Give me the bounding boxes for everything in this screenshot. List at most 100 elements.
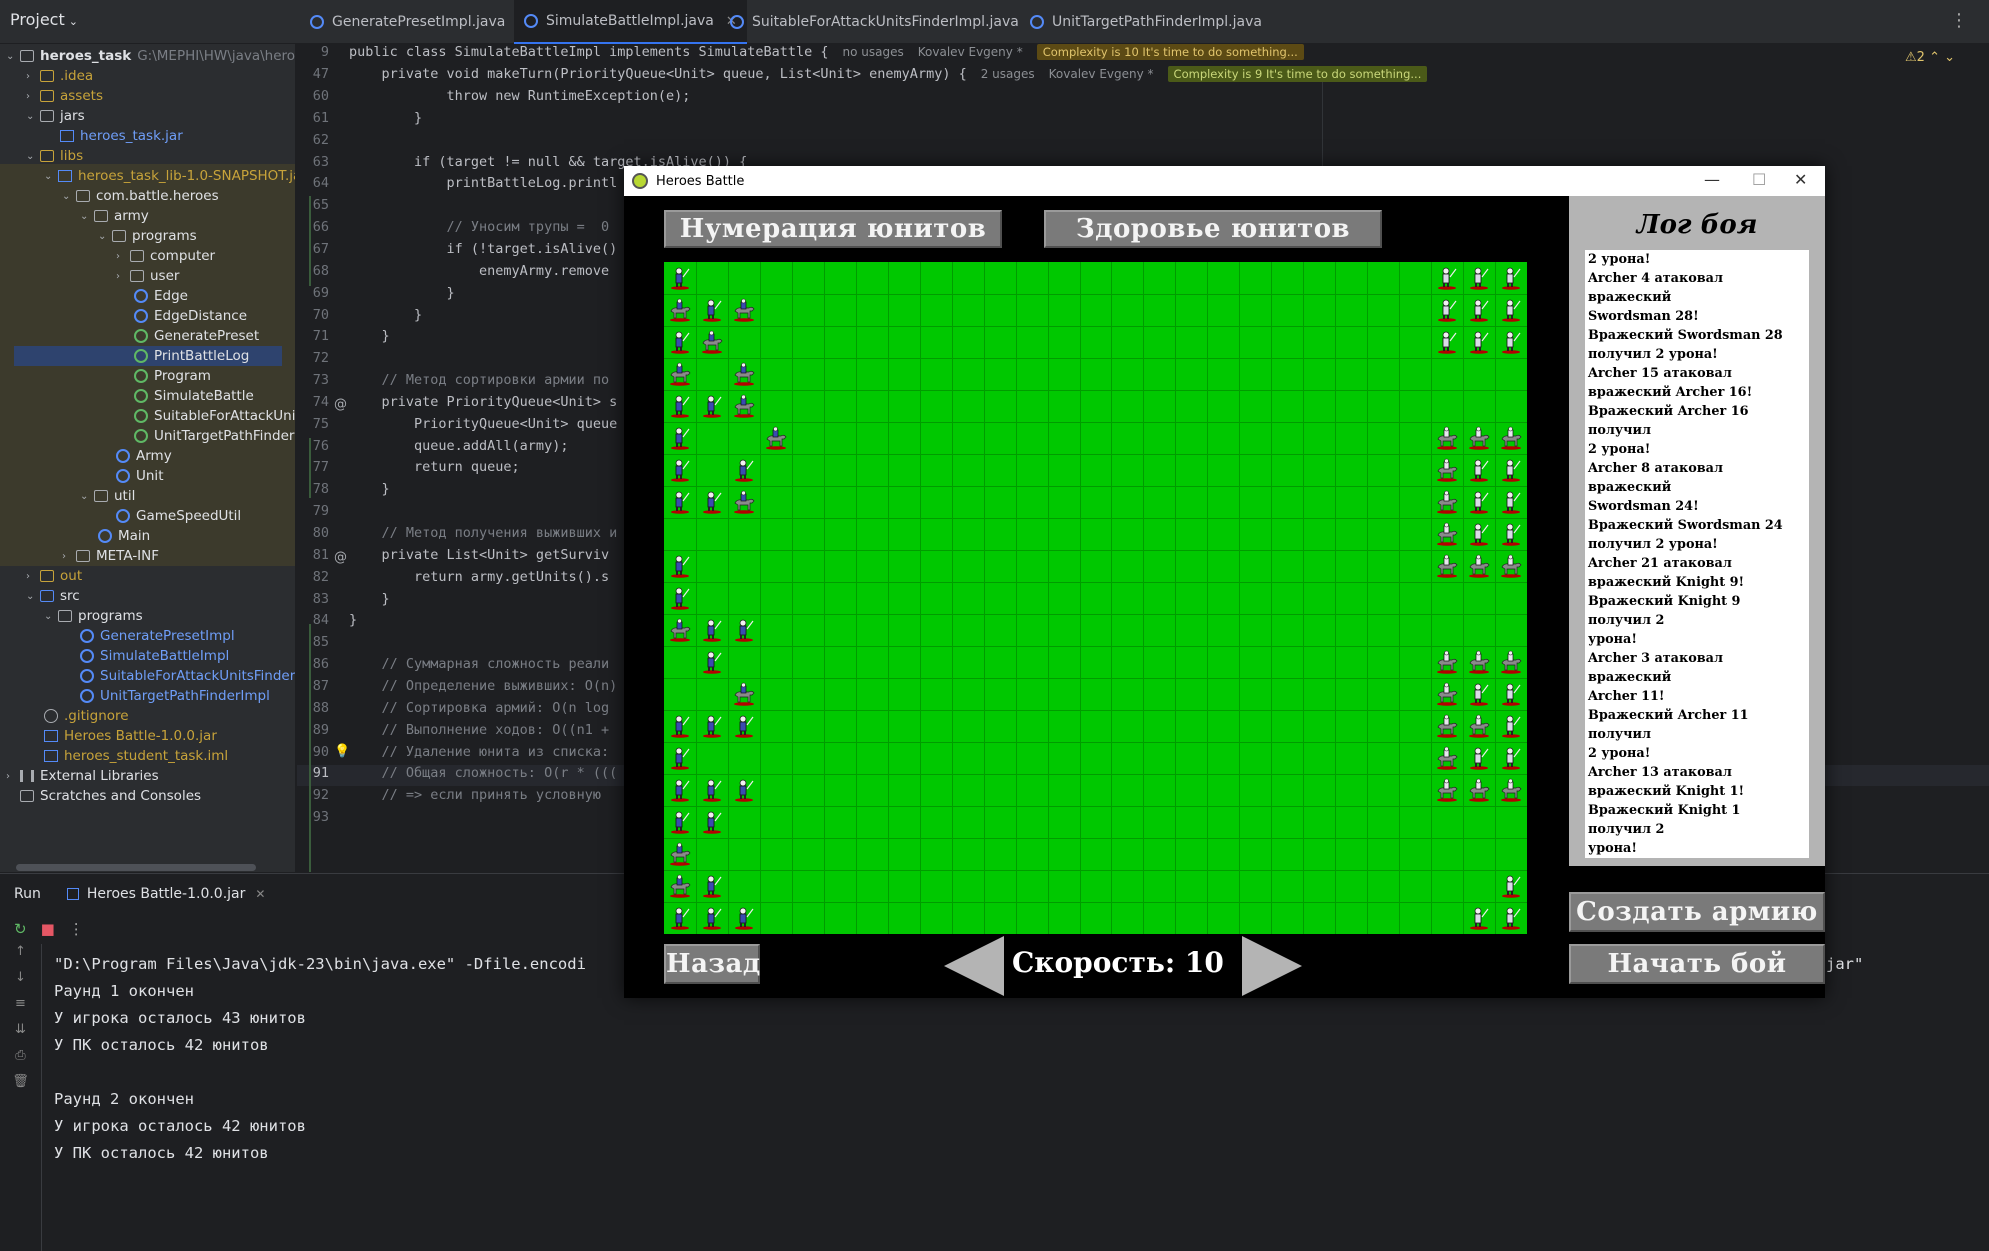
player-footman-unit[interactable] (668, 458, 692, 482)
player-footman-unit[interactable] (732, 458, 756, 482)
enemy-knight-unit[interactable] (1435, 554, 1459, 578)
author-hint[interactable]: Kovalev Evgeny * (918, 45, 1023, 59)
player-footman-unit[interactable] (700, 298, 724, 322)
tree-item-idea[interactable]: › .idea (26, 66, 93, 86)
player-footman-unit[interactable] (700, 810, 724, 834)
player-knight-unit[interactable] (668, 298, 692, 322)
tree-item-gitignore[interactable]: .gitignore (44, 706, 129, 726)
run-config-tab[interactable]: Heroes Battle-1.0.0.jar ✕ (66, 886, 265, 902)
player-footman-unit[interactable] (700, 714, 724, 738)
enemy-knight-unit[interactable] (1467, 650, 1491, 674)
player-knight-unit[interactable] (700, 330, 724, 354)
usages-hint[interactable]: 2 usages (981, 67, 1035, 81)
tree-item-suitable-impl[interactable]: SuitableForAttackUnitsFinderIm (80, 666, 295, 686)
player-footman-unit[interactable] (668, 554, 692, 578)
author-hint[interactable]: Kovalev Evgeny * (1049, 67, 1154, 81)
enemy-footman-unit[interactable] (1499, 906, 1523, 930)
enemy-footman-unit[interactable] (1467, 490, 1491, 514)
enemy-knight-unit[interactable] (1467, 426, 1491, 450)
tree-item-package[interactable]: ⌄ com.battle.heroes (62, 186, 219, 206)
player-footman-unit[interactable] (732, 714, 756, 738)
tree-item-src-programs[interactable]: ⌄ programs (44, 606, 143, 626)
close-icon[interactable]: ✕ (255, 887, 265, 901)
player-knight-unit[interactable] (668, 362, 692, 386)
tree-item-heroes-battle-jar[interactable]: Heroes Battle-1.0.0.jar (44, 726, 217, 746)
arrow-up-icon[interactable]: ↑ (0, 944, 41, 970)
tab-simulate-battle[interactable]: SimulateBattleImpl.java ✕ (514, 0, 747, 44)
enemy-footman-unit[interactable] (1499, 682, 1523, 706)
enemy-footman-unit[interactable] (1499, 714, 1523, 738)
enemy-knight-unit[interactable] (1435, 714, 1459, 738)
minimize-icon[interactable]: — (1704, 170, 1720, 189)
horizontal-scrollbar[interactable] (16, 864, 256, 871)
tree-item-external-libraries[interactable]: › External Libraries (6, 766, 159, 786)
tree-item-out[interactable]: › out (26, 566, 82, 586)
enemy-footman-unit[interactable] (1499, 298, 1523, 322)
window-titlebar[interactable]: Heroes Battle — ☐ ✕ (624, 166, 1825, 196)
player-knight-unit[interactable] (732, 298, 756, 322)
tree-item-main[interactable]: Main (98, 526, 150, 546)
complexity-badge[interactable]: Complexity is 9 It's time to do somethin… (1167, 66, 1428, 82)
start-battle-button[interactable]: Начать бой (1569, 944, 1825, 984)
soft-wrap-icon[interactable]: ≡ (0, 996, 41, 1022)
usages-hint[interactable]: no usages (843, 45, 904, 59)
player-footman-unit[interactable] (700, 618, 724, 642)
enemy-knight-unit[interactable] (1435, 426, 1459, 450)
print-icon[interactable]: ⎙ (0, 1048, 41, 1074)
enemy-footman-unit[interactable] (1499, 874, 1523, 898)
player-footman-unit[interactable] (700, 906, 724, 930)
tree-item-assets[interactable]: › assets (26, 86, 103, 106)
scroll-to-end-icon[interactable]: ⇊ (0, 1022, 41, 1048)
speed-decrease-arrow-icon[interactable] (944, 936, 1004, 996)
tree-item-army-pkg[interactable]: ⌄ army (80, 206, 149, 226)
tree-item-suitable[interactable]: SuitableForAttackUnits (134, 406, 295, 426)
player-footman-unit[interactable] (668, 906, 692, 930)
player-footman-unit[interactable] (732, 778, 756, 802)
player-footman-unit[interactable] (668, 490, 692, 514)
player-footman-unit[interactable] (668, 746, 692, 770)
enemy-knight-unit[interactable] (1435, 490, 1459, 514)
tree-item-simulate-battle[interactable]: SimulateBattle (134, 386, 254, 406)
enemy-knight-unit[interactable] (1467, 554, 1491, 578)
enemy-knight-unit[interactable] (1467, 778, 1491, 802)
tree-item-jars[interactable]: ⌄ jars (26, 106, 85, 126)
enemy-knight-unit[interactable] (1435, 682, 1459, 706)
tree-item-game-speed[interactable]: GameSpeedUtil (116, 506, 241, 526)
player-knight-unit[interactable] (764, 426, 788, 450)
back-button[interactable]: Назад (664, 944, 760, 984)
tree-item-heroes-task[interactable]: ⌄ heroes_task G:\MEPHI\HW\java\heroes_ (6, 46, 295, 66)
player-footman-unit[interactable] (668, 426, 692, 450)
unit-numbering-button[interactable]: Нумерация юнитов (664, 210, 1002, 248)
player-knight-unit[interactable] (732, 394, 756, 418)
tree-item-lib-jar[interactable]: ⌄ heroes_task_lib-1.0-SNAPSHOT.jar (44, 166, 295, 186)
override-icon[interactable]: @ (334, 550, 347, 565)
lightbulb-icon[interactable]: 💡 (334, 744, 350, 759)
enemy-knight-unit[interactable] (1499, 650, 1523, 674)
project-view-toggle[interactable]: Project ⌄ (10, 10, 78, 29)
enemy-knight-unit[interactable] (1467, 714, 1491, 738)
tree-item-user[interactable]: › user (116, 266, 179, 286)
tree-item-unit[interactable]: Unit (116, 466, 163, 486)
maximize-icon[interactable]: ☐ (1752, 170, 1766, 189)
tree-item-util[interactable]: ⌄ util (80, 486, 135, 506)
tree-item-print-battle-log[interactable]: PrintBattleLog (14, 346, 282, 366)
unit-health-button[interactable]: Здоровье юнитов (1044, 210, 1382, 248)
tree-item-libs[interactable]: ⌄ libs (26, 146, 83, 166)
rerun-icon[interactable]: ↻ (14, 920, 27, 938)
tree-item-computer[interactable]: › computer (116, 246, 215, 266)
tab-path-finder[interactable]: UnitTargetPathFinderImpl.java (1020, 0, 1272, 44)
tree-item-meta-inf[interactable]: › META-INF (62, 546, 159, 566)
battle-board[interactable] (664, 262, 1527, 934)
enemy-footman-unit[interactable] (1467, 746, 1491, 770)
tree-item-generate-preset-impl[interactable]: GeneratePresetImpl (80, 626, 235, 646)
enemy-footman-unit[interactable] (1467, 330, 1491, 354)
override-icon[interactable]: @ (334, 397, 347, 412)
tab-suitable-finder[interactable]: SuitableForAttackUnitsFinderImpl.java (720, 0, 1029, 44)
enemy-knight-unit[interactable] (1435, 522, 1459, 546)
tree-item-heroes-task-jar[interactable]: heroes_task.jar (60, 126, 183, 146)
player-footman-unit[interactable] (700, 874, 724, 898)
more-options-icon[interactable]: ⋮ (1950, 10, 1968, 31)
player-knight-unit[interactable] (732, 490, 756, 514)
player-footman-unit[interactable] (700, 778, 724, 802)
player-footman-unit[interactable] (668, 810, 692, 834)
